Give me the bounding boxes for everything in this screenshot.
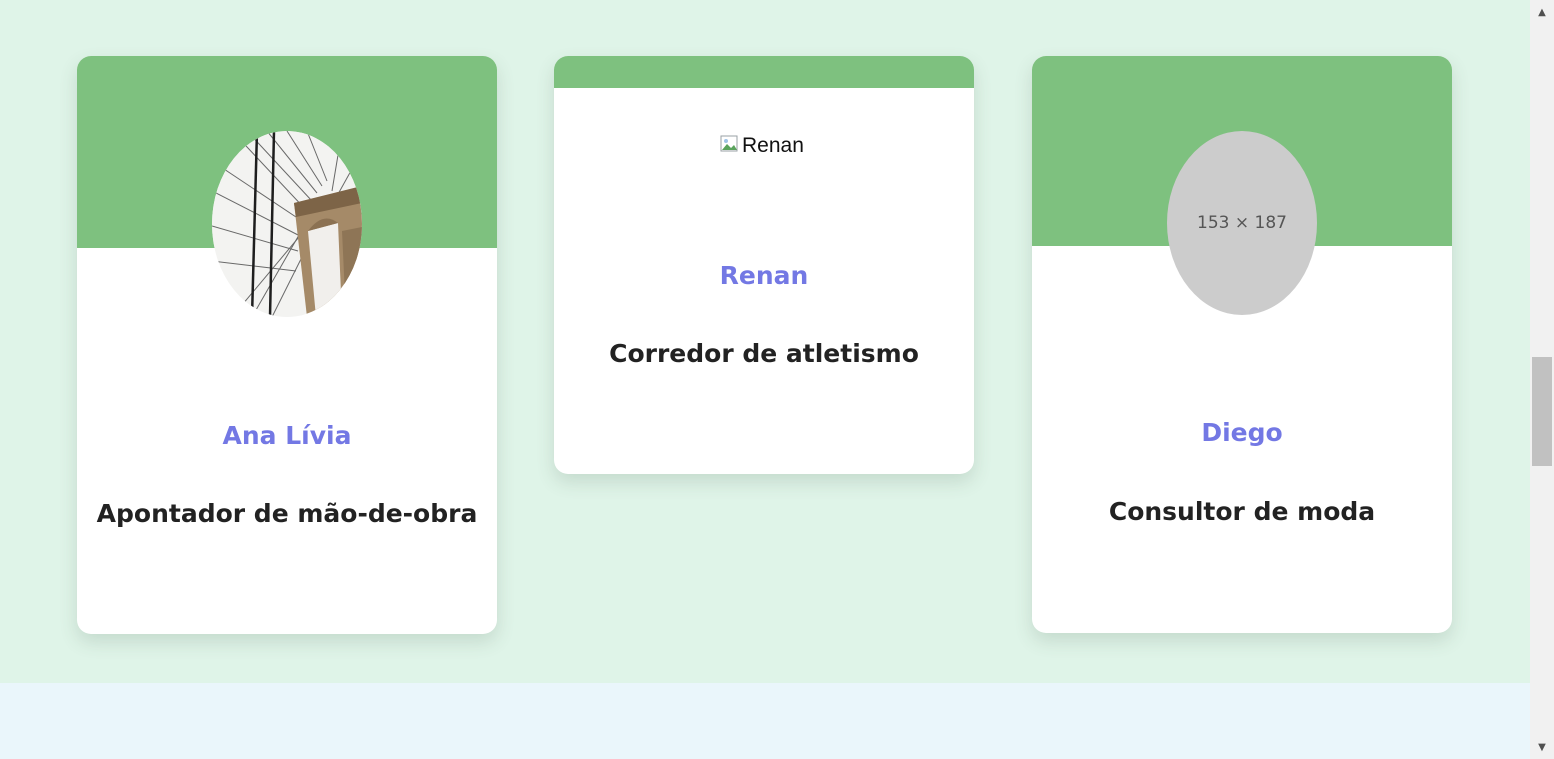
broken-image: Renan — [720, 134, 804, 158]
member-role: Consultor de moda — [1108, 497, 1376, 526]
bridge-photo — [212, 131, 362, 317]
member-name: Ana Lívia — [222, 421, 352, 450]
scroll-up-button[interactable]: ▲ — [1530, 0, 1554, 24]
member-role: Corredor de atletismo — [609, 339, 919, 368]
scroll-down-button[interactable]: ▼ — [1530, 735, 1554, 759]
vertical-scrollbar[interactable]: ▲ ▼ — [1530, 0, 1554, 759]
team-card-ana-livia: Ana Lívia Apontador de mão-de-obra — [77, 56, 497, 634]
team-section: Ana Lívia Apontador de mão-de-obra Renan… — [0, 0, 1530, 683]
team-card-renan: Renan Renan Corredor de atletismo — [554, 56, 974, 474]
triangle-up-icon: ▲ — [1538, 6, 1546, 18]
triangle-down-icon: ▼ — [1538, 741, 1546, 753]
member-name: Renan — [719, 261, 809, 290]
card-header — [554, 56, 974, 88]
team-card-diego: 153 × 187 Diego Consultor de moda — [1032, 56, 1452, 633]
placeholder-dimensions: 153 × 187 — [1197, 213, 1287, 233]
broken-image-icon — [720, 134, 740, 154]
avatar — [212, 131, 362, 317]
page-viewport: Ana Lívia Apontador de mão-de-obra Renan… — [0, 0, 1530, 759]
member-role: Apontador de mão-de-obra — [96, 499, 478, 528]
avatar-placeholder: 153 × 187 — [1167, 131, 1317, 315]
image-alt-text: Renan — [742, 134, 804, 157]
member-name: Diego — [1201, 418, 1283, 447]
next-section — [0, 683, 1530, 759]
scrollbar-thumb[interactable] — [1532, 357, 1552, 466]
